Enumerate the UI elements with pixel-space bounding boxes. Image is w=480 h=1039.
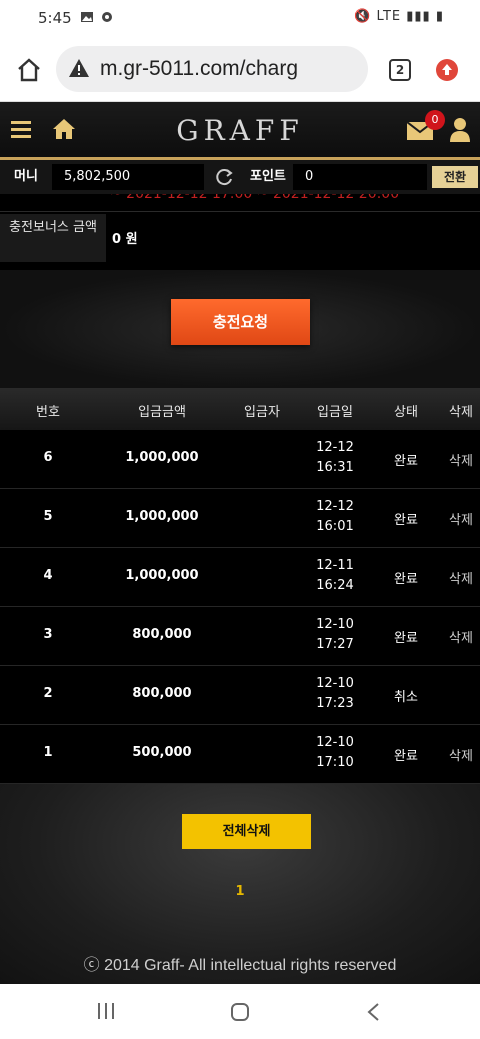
delete-all-button[interactable]: 전체삭제 bbox=[182, 814, 311, 849]
bonus-row: ~ 2021-12-12 17:00 ~ 2021-12-12 20:00 충전… bbox=[0, 194, 480, 270]
table-row: 6 1,000,000 12-12 16:31 완료 삭제 bbox=[0, 430, 480, 489]
refresh-icon[interactable] bbox=[214, 167, 234, 187]
row-date-day: 12-10 bbox=[316, 676, 354, 691]
home-icon[interactable] bbox=[16, 57, 42, 83]
row-no: 3 bbox=[43, 627, 53, 642]
row-date: 12-10 17:23 bbox=[306, 674, 364, 714]
point-label: 포인트 bbox=[250, 169, 286, 184]
network-label: LTE bbox=[376, 9, 402, 24]
back-icon[interactable] bbox=[366, 1002, 380, 1022]
row-no: 6 bbox=[43, 450, 53, 465]
row-date-day: 12-12 bbox=[316, 499, 354, 514]
row-date-day: 12-11 bbox=[316, 558, 354, 573]
row-status: 완료 bbox=[394, 454, 418, 469]
row-status: 완료 bbox=[394, 749, 418, 764]
pagination-page[interactable]: 1 bbox=[0, 884, 480, 899]
header-status: 상태 bbox=[394, 405, 418, 420]
status-time: 5:45 bbox=[38, 9, 72, 27]
row-amount: 500,000 bbox=[132, 745, 192, 760]
header-no: 번호 bbox=[36, 405, 60, 420]
row-date-time: 17:10 bbox=[316, 755, 354, 770]
url-bar[interactable]: m.gr-5011.com/charg bbox=[56, 46, 368, 92]
row-amount: 800,000 bbox=[132, 627, 192, 642]
row-date-time: 16:31 bbox=[316, 460, 354, 475]
header-amount: 입금금액 bbox=[138, 405, 186, 420]
image-icon bbox=[81, 12, 93, 22]
row-date: 12-10 17:10 bbox=[306, 733, 364, 773]
copyright-text: ⓒ 2014 Graff- All intellectual rights re… bbox=[83, 957, 397, 974]
tabs-button[interactable]: 2 bbox=[389, 59, 411, 81]
charge-request-button[interactable]: 충전요청 bbox=[171, 299, 310, 345]
row-no: 5 bbox=[43, 509, 53, 524]
money-value: 5,802,500 bbox=[52, 164, 204, 190]
deposit-table: 6 1,000,000 12-12 16:31 완료 삭제 5 1,000,000… bbox=[0, 430, 480, 784]
bonus-period-text: ~ 2021-12-12 17:00 ~ 2021-12-12 20:00 bbox=[110, 194, 400, 202]
recent-apps-icon[interactable] bbox=[96, 1002, 116, 1020]
row-date: 12-11 16:24 bbox=[306, 556, 364, 596]
row-delete-button[interactable]: 삭제 bbox=[440, 509, 480, 528]
row-amount: 1,000,000 bbox=[125, 509, 199, 524]
row-delete-button[interactable]: 삭제 bbox=[440, 450, 480, 469]
row-date: 12-12 16:31 bbox=[306, 438, 364, 478]
bonus-label: 충전보너스 금액 bbox=[0, 214, 106, 262]
money-bar: 머니 5,802,500 포인트 0 전환 bbox=[0, 160, 480, 194]
row-delete-button[interactable]: 삭제 bbox=[440, 568, 480, 587]
update-icon[interactable] bbox=[436, 59, 458, 81]
header-date: 입금일 bbox=[317, 405, 353, 420]
table-row: 5 1,000,000 12-12 16:01 완료 삭제 bbox=[0, 489, 480, 548]
point-value: 0 bbox=[293, 164, 427, 190]
row-date-time: 16:24 bbox=[316, 578, 354, 593]
row-date-day: 12-10 bbox=[316, 735, 354, 750]
row-status: 완료 bbox=[394, 513, 418, 528]
row-status: 취소 bbox=[394, 690, 418, 705]
row-date-day: 12-10 bbox=[316, 617, 354, 632]
row-date-time: 17:27 bbox=[316, 637, 354, 652]
row-date: 12-10 17:27 bbox=[306, 615, 364, 655]
system-nav-bar bbox=[0, 984, 480, 1039]
table-row: 4 1,000,000 12-11 16:24 완료 삭제 bbox=[0, 548, 480, 607]
money-label: 머니 bbox=[14, 169, 38, 184]
table-row: 3 800,000 12-10 17:27 완료 삭제 bbox=[0, 607, 480, 666]
row-amount: 800,000 bbox=[132, 686, 192, 701]
row-delete-button[interactable]: 삭제 bbox=[440, 627, 480, 646]
row-date-day: 12-12 bbox=[316, 440, 354, 455]
charge-banner: 충전요청 bbox=[0, 270, 480, 388]
row-no: 1 bbox=[43, 745, 53, 760]
bonus-value: 0 원 bbox=[112, 232, 138, 247]
divider bbox=[0, 211, 480, 212]
row-amount: 1,000,000 bbox=[125, 450, 199, 465]
table-header: 번호 입금금액 입금자 입금일 상태 삭제 bbox=[0, 388, 480, 430]
row-date: 12-12 16:01 bbox=[306, 497, 364, 537]
row-no: 2 bbox=[43, 686, 53, 701]
settings-icon bbox=[102, 12, 112, 22]
warning-icon bbox=[69, 59, 89, 77]
header-name: 입금자 bbox=[244, 405, 280, 420]
row-date-time: 16:01 bbox=[316, 519, 354, 534]
convert-button[interactable]: 전환 bbox=[432, 166, 478, 188]
row-amount: 1,000,000 bbox=[125, 568, 199, 583]
table-row: 1 500,000 12-10 17:10 완료 삭제 bbox=[0, 725, 480, 784]
browser-toolbar: m.gr-5011.com/charg 2 bbox=[0, 38, 480, 102]
home-nav-icon[interactable] bbox=[230, 1002, 250, 1022]
footer-area: 전체삭제 1 ⓒ 2014 Graff- All intellectual ri… bbox=[0, 784, 480, 984]
status-bar: 5:45 🔇 LTE ▮▮▮ ▮ bbox=[0, 0, 480, 38]
mail-badge: 0 bbox=[425, 110, 445, 130]
row-date-time: 17:23 bbox=[316, 696, 354, 711]
header-delete: 삭제 bbox=[449, 405, 473, 420]
row-status: 완료 bbox=[394, 631, 418, 646]
row-status: 완료 bbox=[394, 572, 418, 587]
user-icon[interactable] bbox=[450, 118, 470, 142]
url-text: m.gr-5011.com/charg bbox=[100, 57, 299, 80]
row-no: 4 bbox=[43, 568, 53, 583]
row-delete-button[interactable]: 삭제 bbox=[440, 745, 480, 764]
status-right-icons: 🔇 LTE ▮▮▮ ▮ bbox=[354, 9, 444, 24]
table-row: 2 800,000 12-10 17:23 취소 bbox=[0, 666, 480, 725]
site-header: GRAFF bbox=[0, 102, 480, 157]
